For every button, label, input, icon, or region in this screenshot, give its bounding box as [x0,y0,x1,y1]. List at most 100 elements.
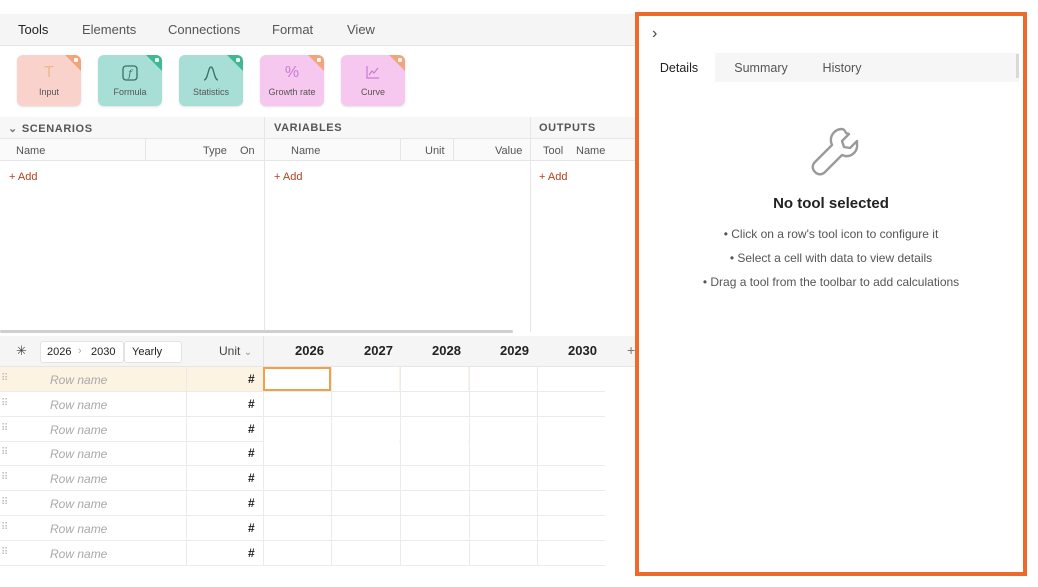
grid-cell[interactable] [537,515,605,540]
add-column-icon[interactable]: + [627,342,635,358]
grid-cell[interactable] [400,441,468,466]
horizontal-scrollbar[interactable] [0,330,513,333]
scenarios-header[interactable]: ⌄ SCENARIOS [0,117,264,139]
tool-statistics[interactable]: Statistics [179,55,243,106]
table-row[interactable]: ⠿ Row name # [0,540,605,566]
row-unit[interactable]: # [248,471,255,485]
tab-view[interactable]: View [347,22,375,37]
grid-cell[interactable] [331,416,399,441]
grid-cell[interactable] [263,441,331,466]
grid-cell[interactable] [331,466,399,491]
chevron-right-icon[interactable]: › [652,25,657,43]
grid-cell[interactable] [469,367,537,391]
table-row[interactable]: ⠿ Row name # [0,367,605,392]
row-unit[interactable]: # [248,446,255,460]
table-row[interactable]: ⠿ Row name # [0,515,605,541]
grid-cell[interactable] [331,367,399,391]
grid-cell[interactable] [263,391,331,416]
row-name-input[interactable]: Row name [50,447,107,461]
grid-cell[interactable] [400,416,468,441]
grid-cell[interactable] [263,466,331,491]
column-header-name: Name [576,145,606,157]
grid-cell[interactable] [331,441,399,466]
tool-growth-rate[interactable]: % Growth rate [260,55,324,106]
column-header-name: Name [16,145,46,157]
chevron-down-icon[interactable]: ⌄ [8,123,18,135]
frequency-select[interactable]: Yearly [124,341,182,363]
grid-cell[interactable] [537,416,605,441]
tab-history[interactable]: History [806,53,878,82]
grid-cell[interactable] [331,491,399,515]
drag-handle-icon[interactable]: ⠿ [1,547,8,558]
grid-cell[interactable] [537,441,605,466]
row-unit[interactable]: # [248,521,255,535]
tab-format[interactable]: Format [272,22,313,37]
grid-cell[interactable] [400,391,468,416]
table-row[interactable]: ⠿ Row name # [0,441,605,467]
drag-handle-icon[interactable]: ⠿ [1,497,8,508]
grid-cell[interactable] [331,391,399,416]
grid-cell[interactable] [469,491,537,515]
drag-handle-icon[interactable]: ⠿ [1,522,8,533]
grid-cell[interactable] [469,540,537,565]
table-row[interactable]: ⠿ Row name # [0,391,605,417]
row-unit[interactable]: # [248,546,255,560]
grid-cell[interactable] [263,515,331,540]
grid-cell[interactable] [400,466,468,491]
add-variable-link[interactable]: + Add [274,171,302,183]
tab-elements[interactable]: Elements [82,22,136,37]
drag-handle-icon[interactable]: ⠿ [1,472,8,483]
grid-cell[interactable] [331,540,399,565]
table-row[interactable]: ⠿ Row name # [0,491,605,516]
drag-handle-icon[interactable]: ⠿ [1,447,8,458]
grid-cell[interactable] [331,515,399,540]
grid-cell[interactable] [537,540,605,565]
unit-column-header[interactable]: Unit ⌄ [219,344,252,358]
tool-curve[interactable]: Curve [341,55,405,106]
row-name-input[interactable]: Row name [50,522,107,536]
drag-handle-icon[interactable]: ⠿ [1,398,8,409]
row-name-input[interactable]: Row name [50,398,107,412]
row-unit[interactable]: # [248,397,255,411]
row-unit[interactable]: # [248,372,255,386]
grid-cell[interactable] [263,367,331,391]
grid-cell[interactable] [537,391,605,416]
tab-summary[interactable]: Summary [723,53,799,82]
tool-input[interactable]: T Input [17,55,81,106]
grid-cell[interactable] [469,391,537,416]
table-row[interactable]: ⠿ Row name # [0,416,605,442]
add-scenario-link[interactable]: + Add [9,171,37,183]
row-name-input[interactable]: Row name [50,547,107,561]
grid-cell[interactable] [469,441,537,466]
grid-cell[interactable] [537,466,605,491]
grid-cell[interactable] [400,540,468,565]
add-output-link[interactable]: + Add [539,171,567,183]
tab-details[interactable]: Details [643,53,715,82]
tool-formula[interactable]: f Formula [98,55,162,106]
grid-cell[interactable] [469,515,537,540]
grid-cell[interactable] [400,491,468,515]
panel-scrollbar[interactable] [1016,54,1019,78]
row-name-input[interactable]: Row name [50,373,107,387]
table-row[interactable]: ⠿ Row name # [0,466,605,492]
row-name-input[interactable]: Row name [50,423,107,437]
asterisk-icon[interactable]: ✳ [16,343,27,359]
row-unit[interactable]: # [248,496,255,510]
grid-cell[interactable] [469,416,537,441]
drag-handle-icon[interactable]: ⠿ [1,423,8,434]
grid-cell[interactable] [537,491,605,515]
year-range-selector[interactable]: 2026 › 2030 [40,341,124,363]
grid-cell[interactable] [469,466,537,491]
tab-connections[interactable]: Connections [168,22,240,37]
grid-cell[interactable] [263,540,331,565]
grid-cell[interactable] [537,367,605,391]
grid-cell[interactable] [400,515,468,540]
grid-cell[interactable] [263,416,331,441]
grid-cell[interactable] [400,367,468,391]
row-name-input[interactable]: Row name [50,497,107,511]
row-name-input[interactable]: Row name [50,472,107,486]
grid-cell[interactable] [263,491,331,515]
drag-handle-icon[interactable]: ⠿ [1,373,8,384]
tab-tools[interactable]: Tools [7,13,59,46]
row-unit[interactable]: # [248,422,255,436]
